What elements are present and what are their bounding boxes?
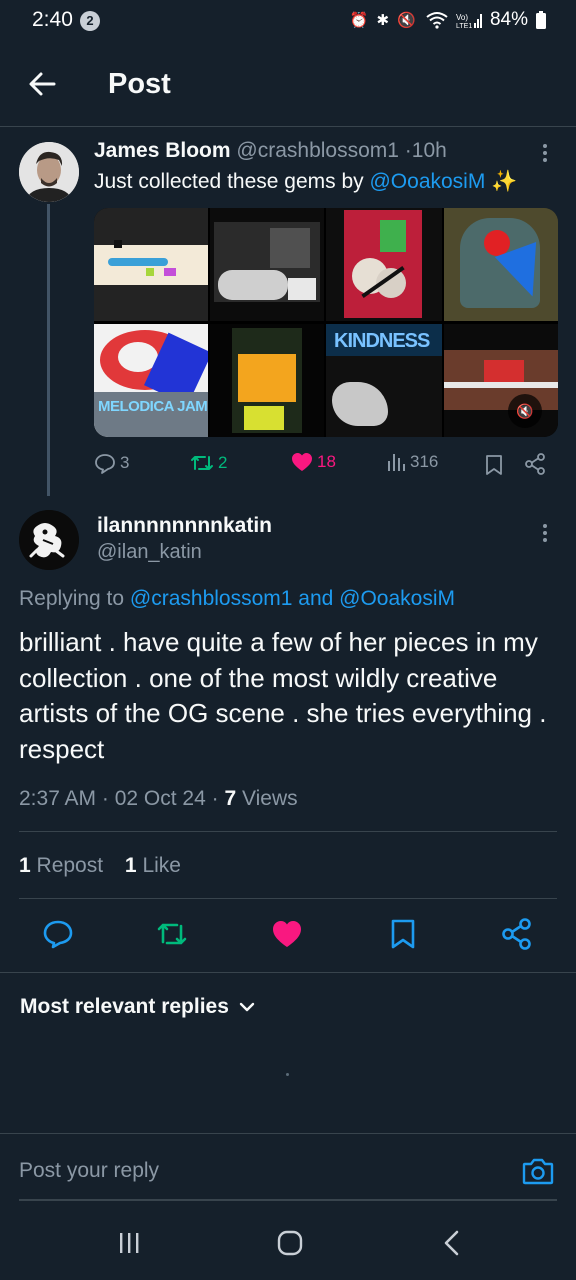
media-grid[interactable]: MELODICA JAM KINDNESS 🔇: [94, 208, 558, 437]
thread-connector: [47, 204, 50, 496]
repost-count: 2: [218, 453, 228, 472]
chevron-down-icon: [239, 1002, 255, 1012]
replying-prefix: Replying to: [19, 587, 125, 610]
repost-action[interactable]: 2: [190, 452, 227, 474]
reply-more-icon[interactable]: [540, 524, 550, 548]
status-icons: ⏰ ✱ 🔇 Vo) LTE1 84%: [350, 9, 546, 31]
timestamp: 2:37 AM · 02 Oct 24 ·: [19, 787, 219, 810]
replying-to: Replying to @crashblossom1 and @OoakosiM: [19, 587, 455, 611]
creature-logo-icon: [19, 510, 79, 570]
page-title: Post: [108, 68, 171, 100]
back-nav-icon[interactable]: [440, 1229, 464, 1257]
save-bookmark-icon[interactable]: [385, 916, 421, 952]
views-label: Views: [241, 787, 298, 810]
like-heart-icon[interactable]: [269, 916, 305, 952]
engagement-stats: 1 Repost 1 Like: [19, 854, 181, 878]
media-tile-4[interactable]: [444, 208, 558, 321]
meta-divider: [19, 831, 557, 832]
post-meta: 2:37 AM · 02 Oct 24 · 7 Views: [19, 787, 298, 811]
reply-count: 3: [120, 453, 130, 472]
sparkle-emoji: ✨: [491, 170, 518, 193]
reply-action[interactable]: 3: [94, 452, 129, 474]
like-action[interactable]: 18: [291, 452, 336, 472]
reply-body-text: brilliant . have quite a few of her piec…: [19, 627, 547, 764]
reply-input-underline: [19, 1199, 557, 1201]
post-time: 10h: [411, 139, 447, 162]
share-icon[interactable]: [524, 453, 546, 475]
battery-percent: 84%: [489, 9, 528, 30]
james-bloom-avatar[interactable]: [19, 142, 79, 202]
header-divider: [0, 126, 576, 127]
system-icons: ⏰ ✱ 🔇: [349, 12, 418, 29]
mute-icon[interactable]: 🔇: [508, 394, 542, 428]
kindness-label: KINDNESS: [334, 330, 430, 352]
separator: ·: [404, 139, 412, 162]
repost-icon: [191, 456, 213, 470]
media-tile-kindness[interactable]: KINDNESS: [326, 324, 442, 437]
reply-icon: [95, 454, 115, 474]
repost-stat-label: Repost: [36, 854, 104, 877]
media-tile-3[interactable]: [326, 208, 442, 321]
heart-filled-icon: [292, 453, 312, 471]
person-photo-icon: [19, 142, 79, 202]
author-handle[interactable]: @crashblossom1: [236, 139, 399, 162]
retweet-icon[interactable]: [154, 916, 190, 952]
battery-icon: [536, 11, 546, 29]
repost-stat[interactable]: 1 Repost: [19, 854, 103, 877]
post-text-prefix: Just collected these gems by: [94, 170, 364, 193]
like-stat[interactable]: 1 Like: [125, 854, 181, 877]
status-time: 2:40: [32, 8, 73, 31]
camera-icon[interactable]: [521, 1155, 555, 1187]
mention-link[interactable]: @OoakosiM: [369, 170, 485, 193]
replies-sort-dropdown[interactable]: Most relevant replies: [20, 995, 255, 1019]
reply-input[interactable]: Post your reply: [19, 1159, 159, 1183]
ilan-katin-avatar[interactable]: [19, 510, 79, 570]
author-name[interactable]: James Bloom: [94, 139, 231, 162]
svg-text:Vo): Vo): [456, 13, 468, 22]
replies-sort-label: Most relevant replies: [20, 995, 229, 1018]
views-count: 316: [410, 452, 439, 471]
recent-apps-icon[interactable]: [116, 1230, 142, 1256]
views-icon: [388, 454, 405, 471]
home-icon[interactable]: [276, 1229, 304, 1257]
back-arrow-icon[interactable]: [24, 66, 60, 102]
post-header-row: James Bloom @crashblossom1 ·10h: [94, 139, 447, 163]
comment-icon[interactable]: [40, 916, 76, 952]
like-count: 18: [317, 452, 336, 471]
reply-author-name[interactable]: ilannnnnnnnkatin: [97, 514, 272, 538]
media-tile-1[interactable]: [94, 208, 208, 321]
views-number: 7: [224, 787, 237, 810]
melodica-label: MELODICA JAM: [98, 398, 208, 415]
post-text: Just collected these gems by @OoakosiM ✨: [94, 170, 517, 194]
system-nav-bar: [0, 1210, 576, 1280]
replying-mentions[interactable]: @crashblossom1 and @OoakosiM: [130, 587, 455, 610]
svg-text:LTE1: LTE1: [456, 23, 472, 29]
post-more-icon[interactable]: [540, 144, 550, 168]
post-action-row: 3 2 18 316: [94, 452, 554, 478]
media-tile-2[interactable]: [210, 208, 324, 321]
repost-stat-count: 1: [19, 854, 31, 877]
wifi-icon: [426, 12, 448, 29]
share-network-icon[interactable]: [499, 916, 535, 952]
actions-divider: [0, 972, 576, 973]
notification-badge: 2: [80, 11, 100, 31]
views-action[interactable]: 316: [386, 452, 438, 472]
signal-icon: Vo)LTE1: [456, 13, 482, 29]
loading-indicator: [286, 1073, 289, 1076]
stats-divider: [19, 898, 557, 899]
like-stat-label: Like: [142, 854, 181, 877]
composer-divider: [0, 1133, 576, 1134]
like-stat-count: 1: [124, 854, 137, 877]
reply-author-handle[interactable]: @ilan_katin: [97, 541, 202, 564]
media-tile-melodica[interactable]: MELODICA JAM: [94, 324, 208, 437]
media-tile-8[interactable]: 🔇: [444, 324, 558, 437]
bookmark-icon[interactable]: [485, 454, 503, 476]
reply-action-bar: [0, 916, 576, 956]
media-tile-game[interactable]: [210, 324, 324, 437]
